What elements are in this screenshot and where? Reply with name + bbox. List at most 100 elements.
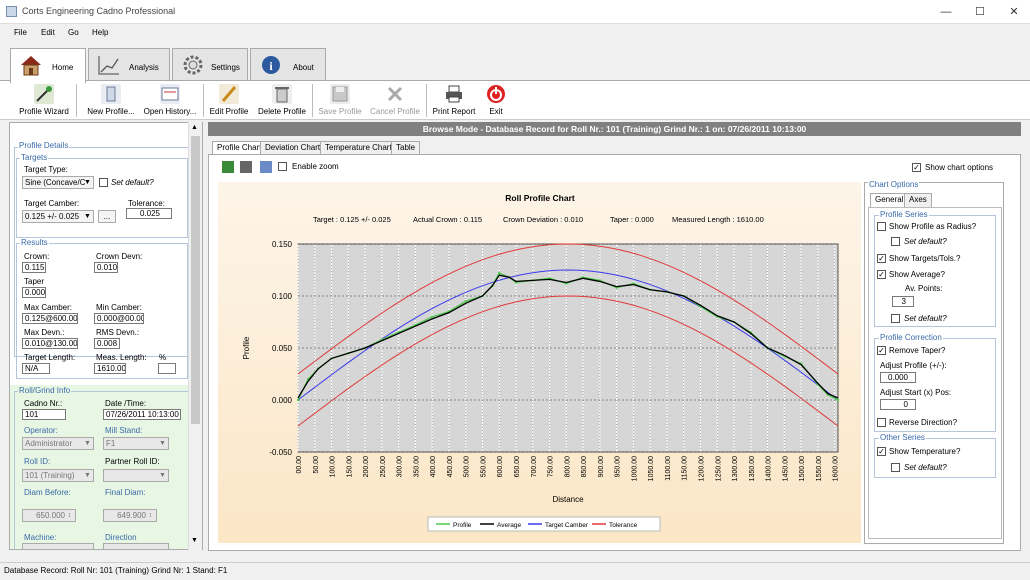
show-average-checkbox[interactable]: ✓ xyxy=(877,270,886,279)
pct-field xyxy=(158,363,176,374)
menu-edit[interactable]: Edit xyxy=(41,28,55,37)
save-chart-icon[interactable] xyxy=(222,161,234,173)
reverse-direction-checkbox[interactable] xyxy=(877,418,886,427)
direction-select[interactable] xyxy=(103,543,169,549)
partner-roll-select[interactable]: ▼ xyxy=(103,469,169,482)
tab-settings[interactable]: Settings xyxy=(172,48,248,81)
targets-title: Targets xyxy=(20,153,49,162)
av-points-spinner[interactable]: 3 xyxy=(892,296,914,307)
menu-help[interactable]: Help xyxy=(92,28,108,37)
printer-icon xyxy=(444,84,464,104)
close-icon[interactable]: ✕ xyxy=(1004,4,1024,20)
chevron-down-icon: ▼ xyxy=(159,440,166,447)
target-length-field: N/A xyxy=(22,363,50,374)
save-profile-button[interactable]: Save Profile xyxy=(316,82,364,119)
copy-chart-icon[interactable] xyxy=(260,161,272,173)
profile-wizard-button[interactable]: Profile Wizard xyxy=(16,82,72,119)
maximize-icon[interactable]: ☐ xyxy=(970,4,990,20)
print-chart-icon[interactable] xyxy=(240,161,252,173)
tab-temperature-chart[interactable]: Temperature Chart xyxy=(320,141,397,155)
x-tick-label: 1350.00 xyxy=(749,456,756,481)
target-camber-browse-button[interactable]: ... xyxy=(98,210,116,223)
exit-label: Exit xyxy=(489,107,503,116)
machine-select[interactable] xyxy=(22,543,94,549)
tab-about[interactable]: i About xyxy=(250,48,326,81)
radius-set-default-checkbox[interactable] xyxy=(891,237,900,246)
show-targets-checkbox[interactable]: ✓ xyxy=(877,254,886,263)
roll-grind-title: Roll/Grind Info xyxy=(18,386,72,395)
minimize-icon[interactable]: — xyxy=(936,4,956,20)
temperature-set-default-checkbox[interactable] xyxy=(891,463,900,472)
show-chart-options-checkbox[interactable]: ✓ xyxy=(912,163,921,172)
results-title: Results xyxy=(20,238,49,247)
roll-id-select[interactable]: 101 (Training) ▼ xyxy=(22,469,94,482)
power-icon xyxy=(486,84,506,104)
tab-deviation-chart[interactable]: Deviation Chart xyxy=(260,141,326,155)
chart-title: Roll Profile Chart xyxy=(505,193,575,203)
left-panel-scrollbar[interactable]: ▲ ▼ xyxy=(188,122,202,550)
chart-options-title: Chart Options xyxy=(868,180,920,189)
y-tick-label: -0.050 xyxy=(269,448,292,457)
delete-profile-button[interactable]: Delete Profile xyxy=(254,82,310,119)
show-radius-label: Show Profile as Radius? xyxy=(889,222,977,231)
temperature-set-default-label: Set default? xyxy=(904,463,947,472)
final-diam-value: 649.900 xyxy=(117,511,146,520)
x-tick-label: 950.00 xyxy=(615,456,622,478)
x-tick-label: 1600.00 xyxy=(833,456,840,481)
max-devn-label: Max Devn.: xyxy=(24,328,65,337)
save-profile-label: Save Profile xyxy=(318,107,362,116)
show-radius-checkbox[interactable] xyxy=(877,222,886,231)
x-tick-label: 700.00 xyxy=(531,456,538,478)
average-set-default-checkbox[interactable] xyxy=(891,314,900,323)
legend-label: Tolerance xyxy=(609,522,638,529)
tab-general[interactable]: General xyxy=(870,193,909,208)
scroll-up-icon[interactable]: ▲ xyxy=(191,124,198,131)
diam-before-spinner[interactable]: 650.000 ↕ xyxy=(22,509,76,522)
tab-table[interactable]: Table xyxy=(391,141,421,155)
exit-button[interactable]: Exit xyxy=(484,82,508,119)
final-diam-spinner[interactable]: 649.900 ↕ xyxy=(103,509,157,522)
open-history-button[interactable]: Open History... xyxy=(140,82,200,119)
x-tick-label: 1200.00 xyxy=(698,456,705,481)
other-series-title: Other Series xyxy=(879,433,926,442)
taper-label: Taper xyxy=(24,277,45,286)
tab-axes[interactable]: Axes xyxy=(904,193,932,207)
x-tick-label: 1300.00 xyxy=(732,456,739,481)
set-default-checkbox[interactable] xyxy=(99,178,108,187)
scroll-down-icon[interactable]: ▼ xyxy=(191,537,198,544)
roll-id-label: Roll ID: xyxy=(24,457,51,466)
final-diam-label: Final Diam: xyxy=(105,488,146,497)
show-temperature-checkbox[interactable]: ✓ xyxy=(877,447,886,456)
target-camber-select[interactable]: 0.125 +/- 0.025 ▼ xyxy=(22,210,94,223)
operator-select[interactable]: Administrator ▼ xyxy=(22,437,94,450)
new-profile-button[interactable]: New Profile... xyxy=(84,82,138,119)
menu-file[interactable]: File xyxy=(14,28,27,37)
rms-devn-label: RMS Devn.: xyxy=(96,328,140,337)
scrollbar-thumb[interactable] xyxy=(191,136,200,424)
remove-taper-checkbox[interactable]: ✓ xyxy=(877,346,886,355)
target-type-select[interactable]: Sine (Concave/C ▼ xyxy=(22,176,94,189)
tab-home[interactable]: Home xyxy=(10,48,86,83)
cancel-profile-button[interactable]: Cancel Profile xyxy=(367,82,423,119)
mill-stand-select[interactable]: F1 ▼ xyxy=(103,437,169,450)
x-tick-label: 1000.00 xyxy=(631,456,638,481)
x-tick-label: 1100.00 xyxy=(665,456,672,481)
enable-zoom-checkbox[interactable] xyxy=(278,162,287,171)
adjust-start-spinner[interactable]: 0 xyxy=(880,399,916,410)
adjust-profile-spinner[interactable]: 0.000 xyxy=(880,372,916,383)
x-tick-label: 100.00 xyxy=(330,456,337,478)
reverse-direction-label: Reverse Direction? xyxy=(889,418,958,427)
target-length-label: Target Length: xyxy=(24,353,76,362)
show-temperature-label: Show Temperature? xyxy=(889,447,961,456)
toolbar-separator xyxy=(203,84,204,117)
profile-point xyxy=(498,271,501,275)
chart-line-icon xyxy=(97,54,121,76)
crown-label: Crown: xyxy=(24,252,50,261)
x-tick-label: 1550.00 xyxy=(816,456,823,481)
print-report-button[interactable]: Print Report xyxy=(430,82,478,119)
edit-profile-button[interactable]: Edit Profile xyxy=(207,82,251,119)
tolerance-field[interactable]: 0.025 xyxy=(126,208,172,219)
x-tick-label: 1450.00 xyxy=(782,456,789,481)
tab-analysis[interactable]: Analysis xyxy=(88,48,170,81)
menu-go[interactable]: Go xyxy=(68,28,79,37)
